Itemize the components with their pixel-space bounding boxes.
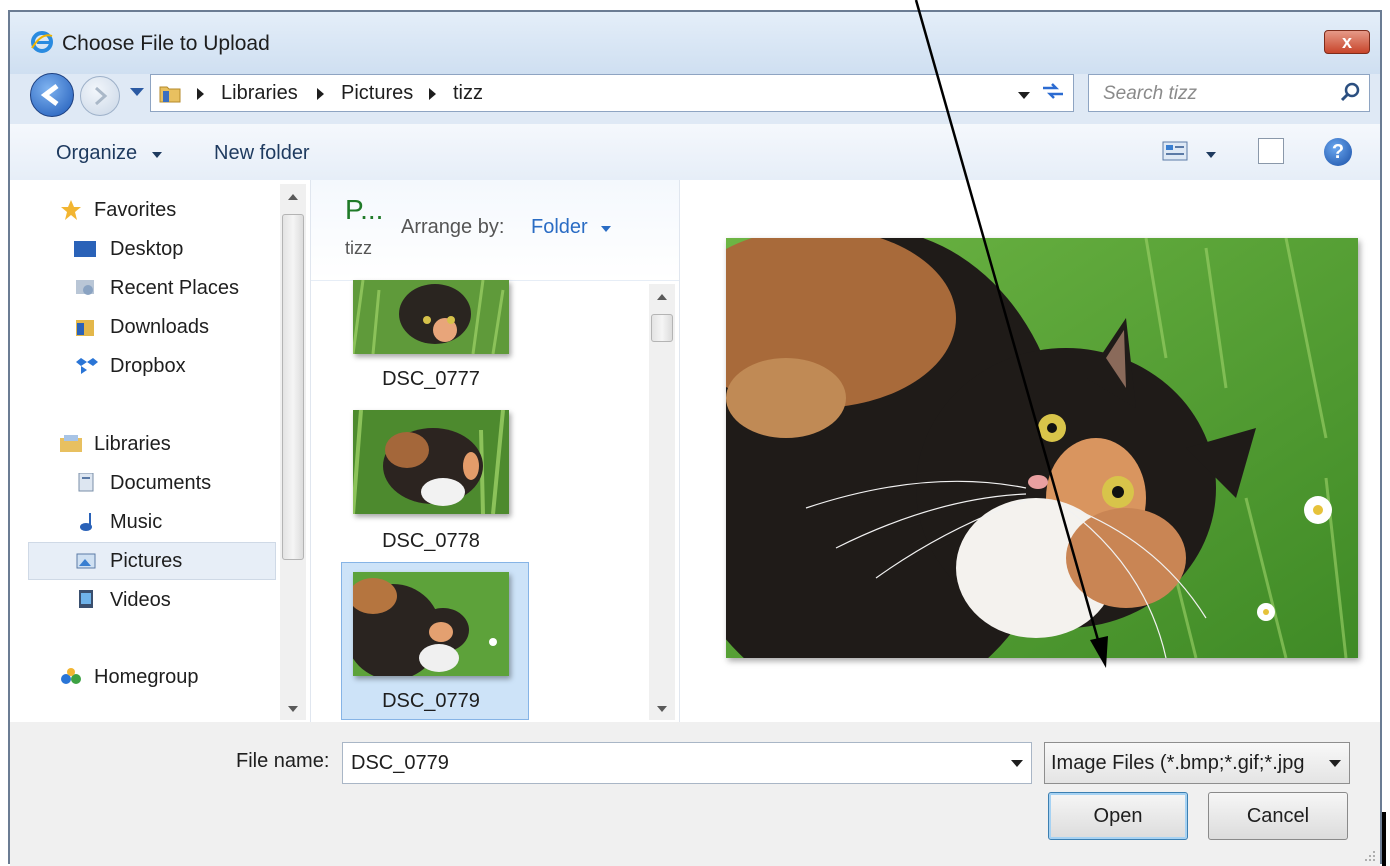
videos-icon [79, 590, 93, 608]
organize-button[interactable]: Organize [56, 142, 137, 165]
refresh-icon [1043, 83, 1063, 99]
favorites-star-icon [61, 200, 81, 220]
file-name-label[interactable]: DSC_0777 [331, 368, 531, 391]
file-upload-dialog: Choose File to Upload x Libraries Pictur… [8, 10, 1382, 866]
nav-scrollbar-thumb[interactable] [282, 214, 304, 560]
breadcrumb-arrow-icon[interactable] [317, 88, 324, 100]
file-thumbnail[interactable] [353, 280, 509, 354]
change-view-icon[interactable] [1162, 141, 1188, 161]
internet-explorer-icon [31, 31, 53, 53]
file-name-value[interactable]: DSC_0779 [351, 752, 449, 775]
sidebar-item-documents[interactable]: Documents [110, 468, 211, 498]
file-name-input[interactable]: DSC_0779 [342, 742, 1032, 784]
sidebar-item-videos[interactable]: Videos [110, 585, 171, 615]
folder-icon [159, 86, 181, 103]
file-name-label: File name: [236, 750, 330, 772]
arrange-by-label: Arrange by: [401, 216, 505, 238]
nav-scrollbar[interactable] [280, 184, 306, 720]
command-toolbar: Organize New folder ? [10, 124, 1380, 181]
new-folder-button[interactable]: New folder [214, 142, 310, 165]
scroll-down-arrow[interactable] [657, 706, 667, 712]
file-name-dropdown-arrow[interactable] [1011, 760, 1023, 767]
desktop-icon [74, 241, 96, 257]
search-icon[interactable] [1339, 81, 1361, 103]
preview-image [726, 238, 1358, 658]
title-bar: Choose File to Upload x [10, 12, 1380, 74]
window-title: Choose File to Upload [62, 32, 270, 55]
file-list-scrollbar-thumb[interactable] [651, 314, 673, 342]
downloads-icon [76, 320, 94, 336]
sidebar-item-music[interactable]: Music [110, 507, 162, 537]
file-type-filter-value[interactable]: Image Files (*.bmp;*.gif;*.jpg [1051, 752, 1321, 775]
view-chevron-down-icon[interactable] [1206, 152, 1216, 158]
sidebar-item-downloads[interactable]: Downloads [110, 312, 209, 342]
preview-pane [680, 180, 1380, 722]
annotation-bar [1382, 812, 1386, 866]
file-thumbnail-selected[interactable] [353, 572, 509, 676]
scroll-down-arrow[interactable] [288, 706, 298, 712]
sidebar-item-recent-places[interactable]: Recent Places [110, 273, 239, 303]
scroll-up-arrow[interactable] [288, 194, 298, 200]
pictures-icon [76, 553, 96, 569]
documents-icon [78, 473, 94, 492]
refresh-button[interactable] [1038, 80, 1068, 106]
navigation-pane: Favorites Desktop Recent Places Download… [10, 180, 310, 722]
dialog-footer: File name: DSC_0779 Image Files (*.bmp;*… [10, 722, 1380, 866]
arrange-chevron-down-icon[interactable] [601, 226, 611, 232]
back-arrow-icon [40, 84, 59, 106]
scroll-up-arrow[interactable] [657, 294, 667, 300]
forward-button[interactable] [80, 76, 120, 116]
breadcrumb-pictures[interactable]: Pictures [341, 82, 413, 105]
breadcrumb-arrow-icon[interactable] [197, 88, 204, 100]
file-type-chevron-down-icon[interactable] [1329, 760, 1341, 767]
music-icon [80, 513, 92, 531]
breadcrumb-arrow-icon[interactable] [429, 88, 436, 100]
sidebar-item-dropbox[interactable]: Dropbox [110, 351, 186, 381]
resize-grip-icon[interactable] [1362, 848, 1376, 862]
sidebar-libraries[interactable]: Libraries [94, 429, 171, 459]
cat-preview-image [726, 238, 1358, 658]
recent-pages-dropdown[interactable] [130, 88, 144, 96]
search-input[interactable]: Search tizz [1088, 74, 1370, 112]
library-subtitle: tizz [345, 238, 372, 258]
sidebar-item-desktop[interactable]: Desktop [110, 234, 183, 264]
dropbox-icon [76, 358, 98, 374]
back-button[interactable] [30, 73, 74, 117]
file-type-filter-select[interactable]: Image Files (*.bmp;*.gif;*.jpg [1044, 742, 1350, 784]
close-button[interactable]: x [1324, 30, 1370, 54]
organize-chevron-down-icon[interactable] [152, 152, 162, 158]
search-placeholder: Search tizz [1103, 83, 1197, 104]
libraries-icon [60, 435, 82, 452]
library-header: P... tizz Arrange by: Folder [311, 180, 679, 281]
file-thumbnail[interactable] [353, 410, 509, 514]
sidebar-favorites[interactable]: Favorites [94, 195, 176, 225]
file-list-scrollbar[interactable] [649, 284, 675, 720]
homegroup-icon [61, 668, 81, 684]
recent-places-icon [76, 280, 94, 295]
file-list: P... tizz Arrange by: Folder DSC_0777 DS… [310, 180, 680, 722]
breadcrumb-tizz[interactable]: tizz [453, 82, 483, 105]
cat-thumbnail-image [353, 280, 509, 354]
file-name-label[interactable]: DSC_0778 [331, 530, 531, 553]
library-title: P... [345, 194, 384, 225]
sidebar-homegroup[interactable]: Homegroup [94, 662, 199, 692]
cancel-button[interactable]: Cancel [1208, 792, 1348, 840]
breadcrumb-libraries[interactable]: Libraries [221, 82, 298, 105]
cat-thumbnail-image [353, 410, 509, 514]
help-icon[interactable]: ? [1324, 138, 1352, 166]
preview-pane-button[interactable] [1258, 138, 1284, 164]
open-button[interactable]: Open [1048, 792, 1188, 840]
forward-arrow-icon [95, 86, 108, 106]
address-bar[interactable]: Libraries Pictures tizz [150, 74, 1074, 112]
arrange-by-dropdown[interactable]: Folder [531, 216, 588, 239]
cat-thumbnail-image [353, 572, 509, 676]
sidebar-item-pictures[interactable]: Pictures [110, 546, 182, 576]
file-name-label-selected[interactable]: DSC_0779 [331, 690, 531, 713]
address-dropdown-arrow[interactable] [1018, 92, 1030, 99]
